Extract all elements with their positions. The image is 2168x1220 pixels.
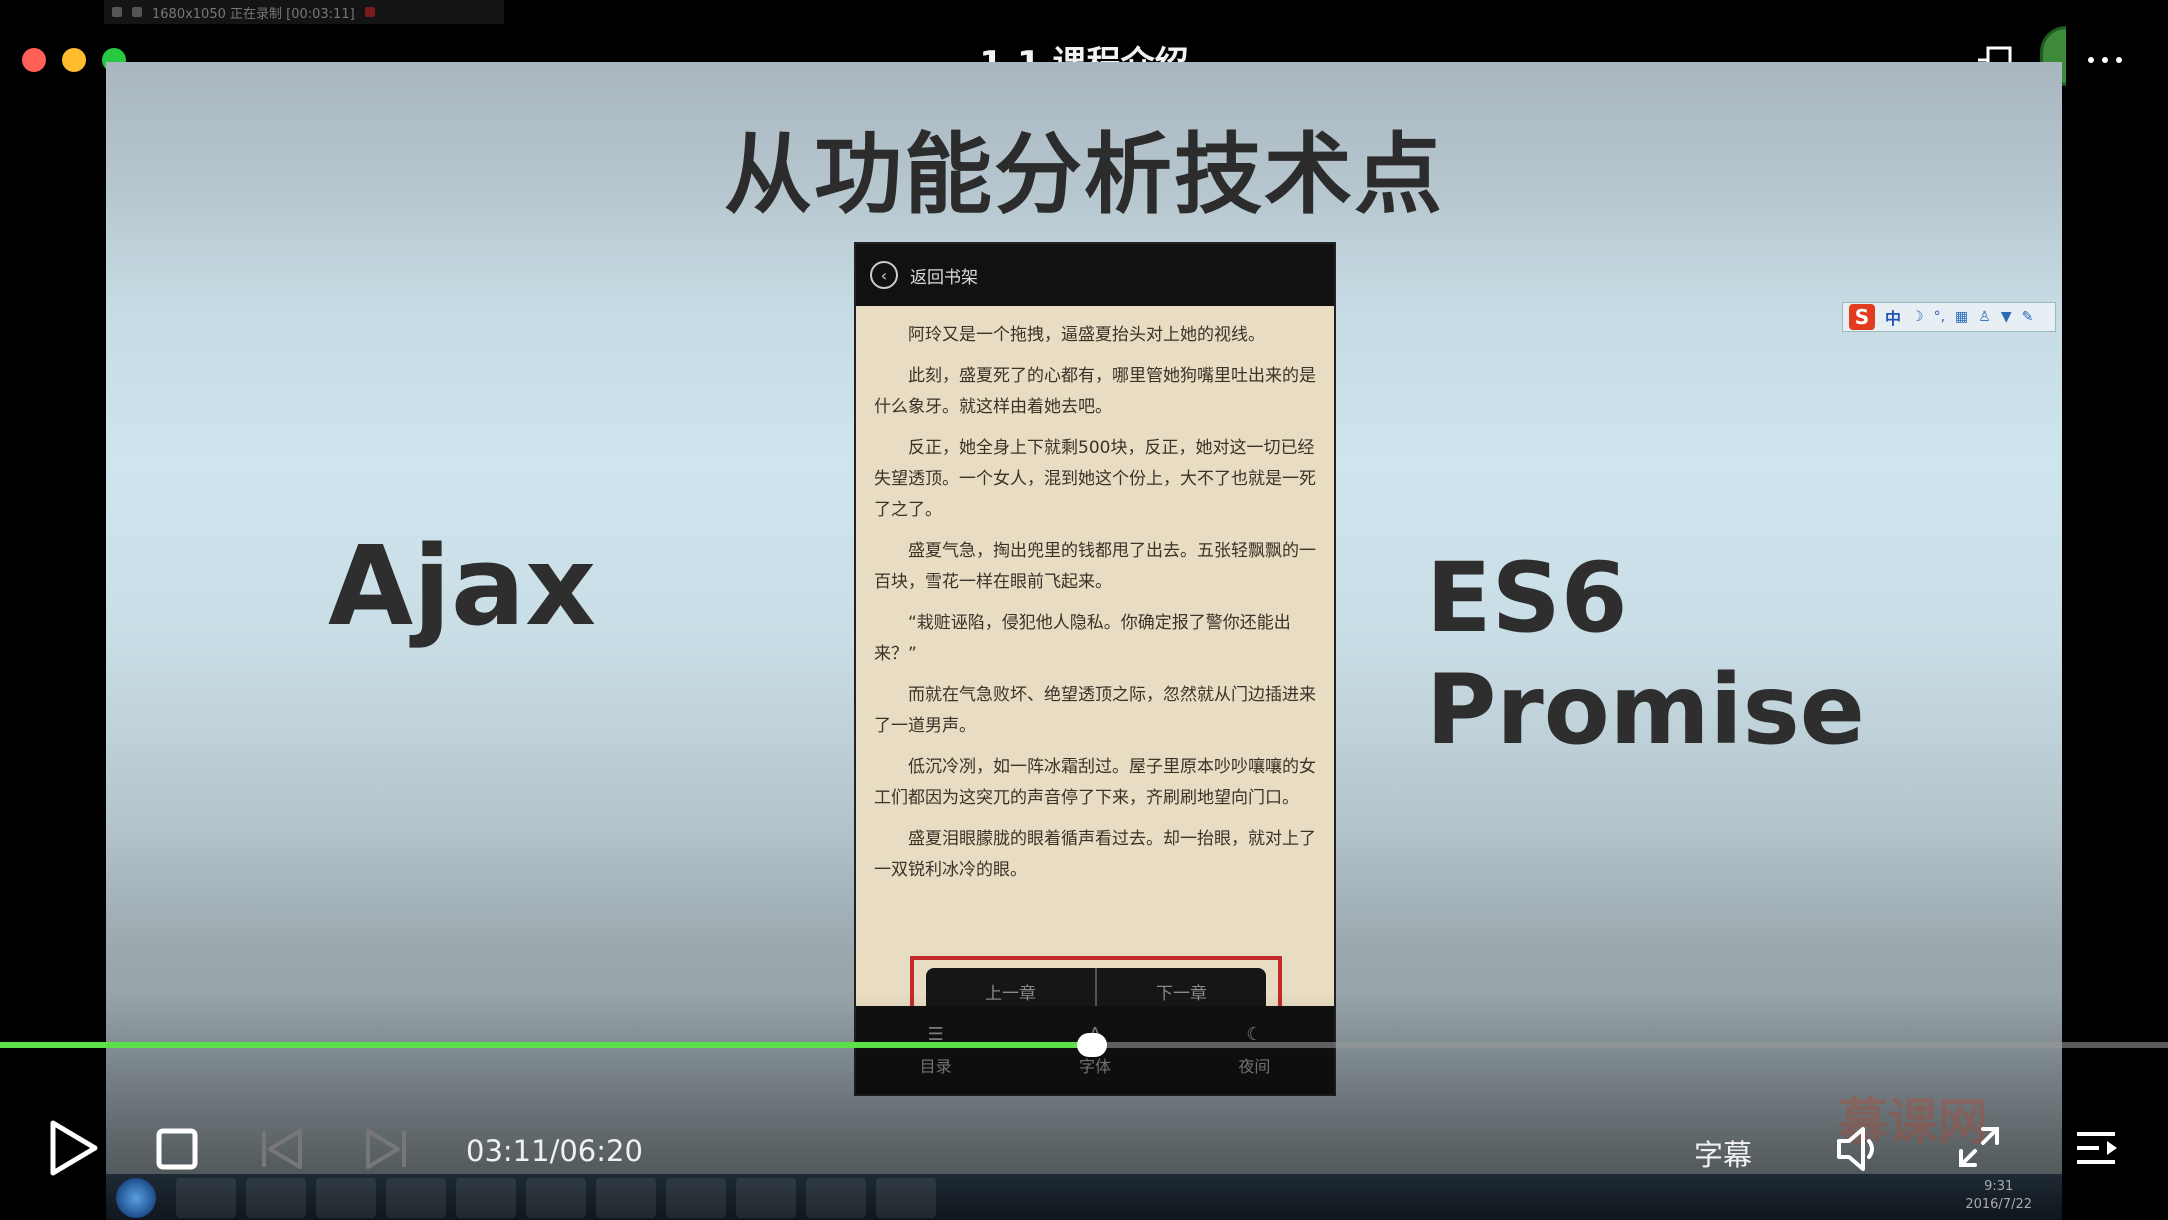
wrench-icon: ✎ xyxy=(2021,309,2034,325)
paragraph: 此刻，盛夏死了的心都有，哪里管她狗嘴里吐出来的是什么象牙。就这样由着她去吧。 xyxy=(874,366,1316,417)
taskbar-app-icon xyxy=(876,1178,936,1218)
record-icon xyxy=(364,7,375,17)
time-display: 03:11/06:20 xyxy=(466,1134,643,1168)
paragraph: 而就在气急败坏、绝望透顶之际，忽然就从门边插进来了一道男声。 xyxy=(874,685,1316,736)
recorded-taskbar: 9:31 2016/7/22 xyxy=(106,1174,2062,1220)
taskbar-app-icon xyxy=(246,1178,306,1218)
taskbar-app-icon xyxy=(736,1178,796,1218)
taskbar-app-icon xyxy=(806,1178,866,1218)
taskbar-clock: 9:31 2016/7/22 xyxy=(1965,1178,2032,1214)
playlist-icon xyxy=(2077,1132,2117,1164)
speaker-icon xyxy=(1837,1127,1874,1171)
taskbar-app-icon xyxy=(526,1178,586,1218)
reading-text: 阿玲又是一个拖拽，逼盛夏抬头对上她的视线。 此刻，盛夏死了的心都有，哪里管她狗嘴… xyxy=(856,306,1334,886)
expand-icon xyxy=(1959,1127,1999,1167)
slide-left-label: Ajax xyxy=(328,522,597,650)
shirt-icon: ▼ xyxy=(2000,309,2012,325)
seek-bar-handle[interactable] xyxy=(1076,1033,1107,1057)
stop-button[interactable] xyxy=(154,1126,200,1172)
paragraph: 盛夏泪眼朦胧的眼着循声看过去。却一抬眼，就对上了一双锐利冰冷的眼。 xyxy=(874,829,1316,880)
keyboard-icon: ▦ xyxy=(1955,309,1969,325)
ime-mode: 中 xyxy=(1885,309,1902,328)
paragraph: 低沉冷冽，如一阵冰霜刮过。屋子里原本吵吵嚷嚷的女工们都因为这突兀的声音停了下来，… xyxy=(874,757,1316,808)
recorder-status-bar: 1680x1050 正在录制 [00:03:11] xyxy=(104,0,504,24)
next-button[interactable] xyxy=(362,1126,410,1172)
window-icon xyxy=(112,7,122,17)
punctuation-icon: °, xyxy=(1933,309,1946,325)
taskbar-app-icon xyxy=(316,1178,376,1218)
taskbar-date: 2016/7/22 xyxy=(1965,1197,2032,1212)
back-icon: ‹ xyxy=(870,261,898,289)
seek-bar[interactable] xyxy=(0,1033,2168,1057)
back-to-shelf-label: 返回书架 xyxy=(910,267,978,288)
taskbar-app-icon xyxy=(386,1178,446,1218)
more-options-button[interactable] xyxy=(2080,38,2130,82)
magnifier-icon xyxy=(132,7,142,17)
windows-start-icon xyxy=(116,1178,156,1218)
taskbar-app-icon xyxy=(596,1178,656,1218)
volume-button[interactable] xyxy=(1834,1124,1882,1174)
playlist-button[interactable] xyxy=(2074,1126,2120,1170)
paragraph: 阿玲又是一个拖拽，逼盛夏抬头对上她的视线。 xyxy=(908,325,1265,345)
taskbar-app-icon xyxy=(176,1178,236,1218)
skip-forward-icon xyxy=(366,1129,406,1169)
skip-back-icon xyxy=(262,1129,302,1169)
recorder-status-text: 1680x1050 正在录制 [00:03:11] xyxy=(152,6,355,22)
taskbar-app-icon xyxy=(666,1178,726,1218)
moon-icon: ☽ xyxy=(1911,309,1924,325)
taskbar-app-icon xyxy=(456,1178,516,1218)
taskbar-time: 9:31 xyxy=(1984,1179,2014,1194)
slide-right-label: ES6 Promise xyxy=(1426,542,1865,766)
phone-screenshot: ‹ 返回书架 阿玲又是一个拖拽，逼盛夏抬头对上她的视线。 此刻，盛夏死了的心都有… xyxy=(854,242,1336,1096)
fullscreen-button[interactable] xyxy=(1956,1124,2002,1170)
slide-title: 从功能分析技术点 xyxy=(723,123,1444,226)
ime-toolbar: S 中 ☽ °, ▦ ♙ ▼ ✎ xyxy=(1842,302,2056,332)
video-frame[interactable]: 从功能分析技术点 Ajax ES6 Promise ‹ 返回书架 阿玲又是一个拖… xyxy=(106,62,2062,1174)
phone-header: ‹ 返回书架 xyxy=(856,244,1334,306)
play-icon xyxy=(50,1120,98,1176)
user-icon: ♙ xyxy=(1978,309,1991,325)
previous-button[interactable] xyxy=(258,1126,306,1172)
subtitles-button[interactable]: 字幕 xyxy=(1694,1132,1752,1174)
play-button[interactable] xyxy=(44,1118,104,1178)
more-dot-icon xyxy=(2088,57,2094,63)
stop-icon xyxy=(156,1128,198,1170)
paragraph: “栽赃诬陷，侵犯他人隐私。你确定报了警你还能出来？” xyxy=(874,613,1291,664)
sogou-logo-icon: S xyxy=(1849,304,1875,330)
paragraph: 盛夏气急，掏出兜里的钱都甩了出去。五张轻飘飘的一百块，雪花一样在眼前飞起来。 xyxy=(874,541,1316,592)
seek-bar-played xyxy=(0,1042,1090,1048)
paragraph: 反正，她全身上下就剩500块，反正，她对这一切已经失望透顶。一个女人，混到她这个… xyxy=(874,438,1316,520)
